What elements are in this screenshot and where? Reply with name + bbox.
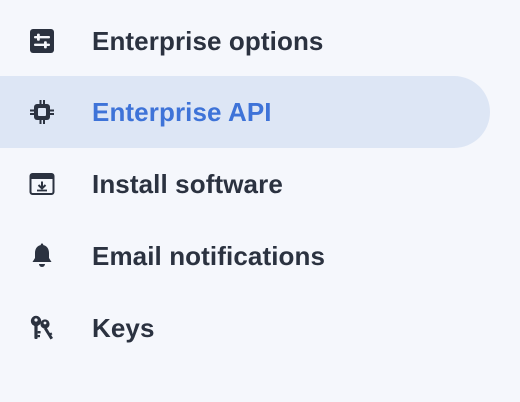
keys-icon [24,310,60,346]
sidebar-item-label: Enterprise options [92,25,324,56]
sidebar-item-install-software[interactable]: Install software [0,148,490,220]
sidebar-item-keys[interactable]: Keys [0,292,490,364]
download-window-icon [24,166,60,202]
chip-icon [24,94,60,130]
sliders-icon [24,23,60,59]
sidebar-nav: Enterprise options Enterprise API Instal… [0,0,520,402]
bell-icon [24,238,60,274]
sidebar-item-label: Email notifications [92,240,326,271]
sidebar-item-enterprise-api[interactable]: Enterprise API [0,76,490,148]
sidebar-item-label: Install software [92,168,283,199]
sidebar-item-email-notifications[interactable]: Email notifications [0,220,490,292]
sidebar-item-label: Keys [92,312,155,343]
sidebar-item-enterprise-options[interactable]: Enterprise options [0,5,490,77]
sidebar-item-label: Enterprise API [92,96,272,127]
